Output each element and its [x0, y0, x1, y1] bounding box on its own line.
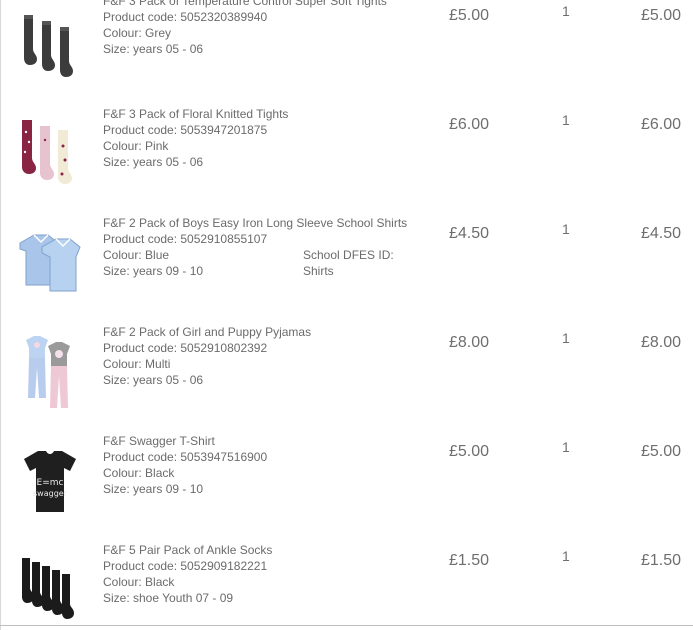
item-name-link[interactable]: F&F 3 Pack of Temperature Control Super … [103, 0, 423, 9]
item-total: £1.50 [641, 552, 682, 569]
item-details: F&F 2 Pack of Girl and Puppy Pyjamas Pro… [103, 324, 423, 388]
basket-item: F&F 2 Pack of Boys Easy Iron Long Sleeve… [0, 211, 693, 320]
grey-tights-image[interactable] [14, 7, 86, 87]
item-quantity: 1 [562, 112, 570, 128]
item-size: Size: years 05 - 06 [103, 155, 204, 169]
item-quantity: 1 [562, 548, 570, 564]
item-colour: Colour: Black [103, 575, 175, 589]
item-name-link[interactable]: F&F 2 Pack of Boys Easy Iron Long Sleeve… [103, 215, 423, 231]
item-quantity: 1 [562, 330, 570, 346]
item-price: £5.00 [449, 443, 490, 460]
item-details: F&F 3 Pack of Floral Knitted Tights Prod… [103, 106, 423, 170]
item-price: £4.50 [449, 225, 490, 242]
item-colour: Colour: Pink [103, 139, 169, 153]
basket-item: F&F 3 Pack of Floral Knitted Tights Prod… [0, 102, 693, 211]
tshirt-print-formula: E=mc [37, 478, 64, 488]
item-price: £8.00 [449, 334, 490, 351]
item-colour: Colour: Grey [103, 26, 172, 40]
black-socks-image[interactable] [14, 552, 86, 630]
blue-shirts-image[interactable] [14, 227, 86, 307]
item-details: F&F 3 Pack of Temperature Control Super … [103, 0, 423, 57]
item-price: £6.00 [449, 116, 490, 133]
school-dfes-id-value: Shirts [303, 264, 334, 278]
item-quantity: 1 [562, 221, 570, 237]
tshirt-print-word: swagger [33, 489, 68, 498]
product-code: Product code: 5053947201875 [103, 123, 268, 137]
basket-item: E=mc swagger F&F Swagger T-Shirt Product… [0, 429, 693, 538]
basket-item: F&F 2 Pack of Girl and Puppy Pyjamas Pro… [0, 320, 693, 429]
basket-item: F&F 5 Pair Pack of Ankle Socks Product c… [0, 538, 693, 630]
item-size: Size: years 09 - 10 [103, 482, 204, 496]
item-size: Size: years 05 - 06 [103, 373, 204, 387]
school-dfes-id: School DFES ID: Shirts [303, 247, 423, 279]
item-colour: Colour: Black [103, 466, 175, 480]
pyjamas-image[interactable] [14, 334, 86, 414]
school-dfes-id-label: School DFES ID: [303, 248, 394, 262]
item-name-link[interactable]: F&F 3 Pack of Floral Knitted Tights [103, 106, 423, 122]
item-colour: Colour: Multi [103, 357, 171, 371]
basket-item: F&F 3 Pack of Temperature Control Super … [0, 0, 693, 102]
item-total: £6.00 [641, 116, 682, 133]
item-total: £8.00 [641, 334, 682, 351]
item-price: £1.50 [449, 552, 490, 569]
item-size: Size: shoe Youth 07 - 09 [103, 591, 234, 605]
item-details: F&F Swagger T-Shirt Product code: 505394… [103, 433, 423, 497]
item-name-link[interactable]: F&F Swagger T-Shirt [103, 433, 423, 449]
product-code: Product code: 5052910802392 [103, 341, 268, 355]
product-code: Product code: 5052910855107 [103, 232, 268, 246]
floral-tights-image[interactable] [14, 116, 86, 196]
item-quantity: 1 [562, 3, 570, 19]
black-tshirt-image[interactable]: E=mc swagger [14, 443, 86, 523]
product-code: Product code: 5052909182221 [103, 559, 268, 573]
item-size: Size: years 05 - 06 [103, 42, 204, 56]
bottom-divider [0, 625, 693, 626]
item-quantity: 1 [562, 439, 570, 455]
item-name-link[interactable]: F&F 2 Pack of Girl and Puppy Pyjamas [103, 324, 423, 340]
item-total: £5.00 [641, 443, 682, 460]
item-name-link[interactable]: F&F 5 Pair Pack of Ankle Socks [103, 542, 423, 558]
item-total: £4.50 [641, 225, 682, 242]
item-total: £5.00 [641, 7, 682, 24]
item-price: £5.00 [449, 7, 490, 24]
item-details: F&F 5 Pair Pack of Ankle Socks Product c… [103, 542, 423, 606]
product-code: Product code: 5052320389940 [103, 10, 268, 24]
product-code: Product code: 5053947516900 [103, 450, 268, 464]
